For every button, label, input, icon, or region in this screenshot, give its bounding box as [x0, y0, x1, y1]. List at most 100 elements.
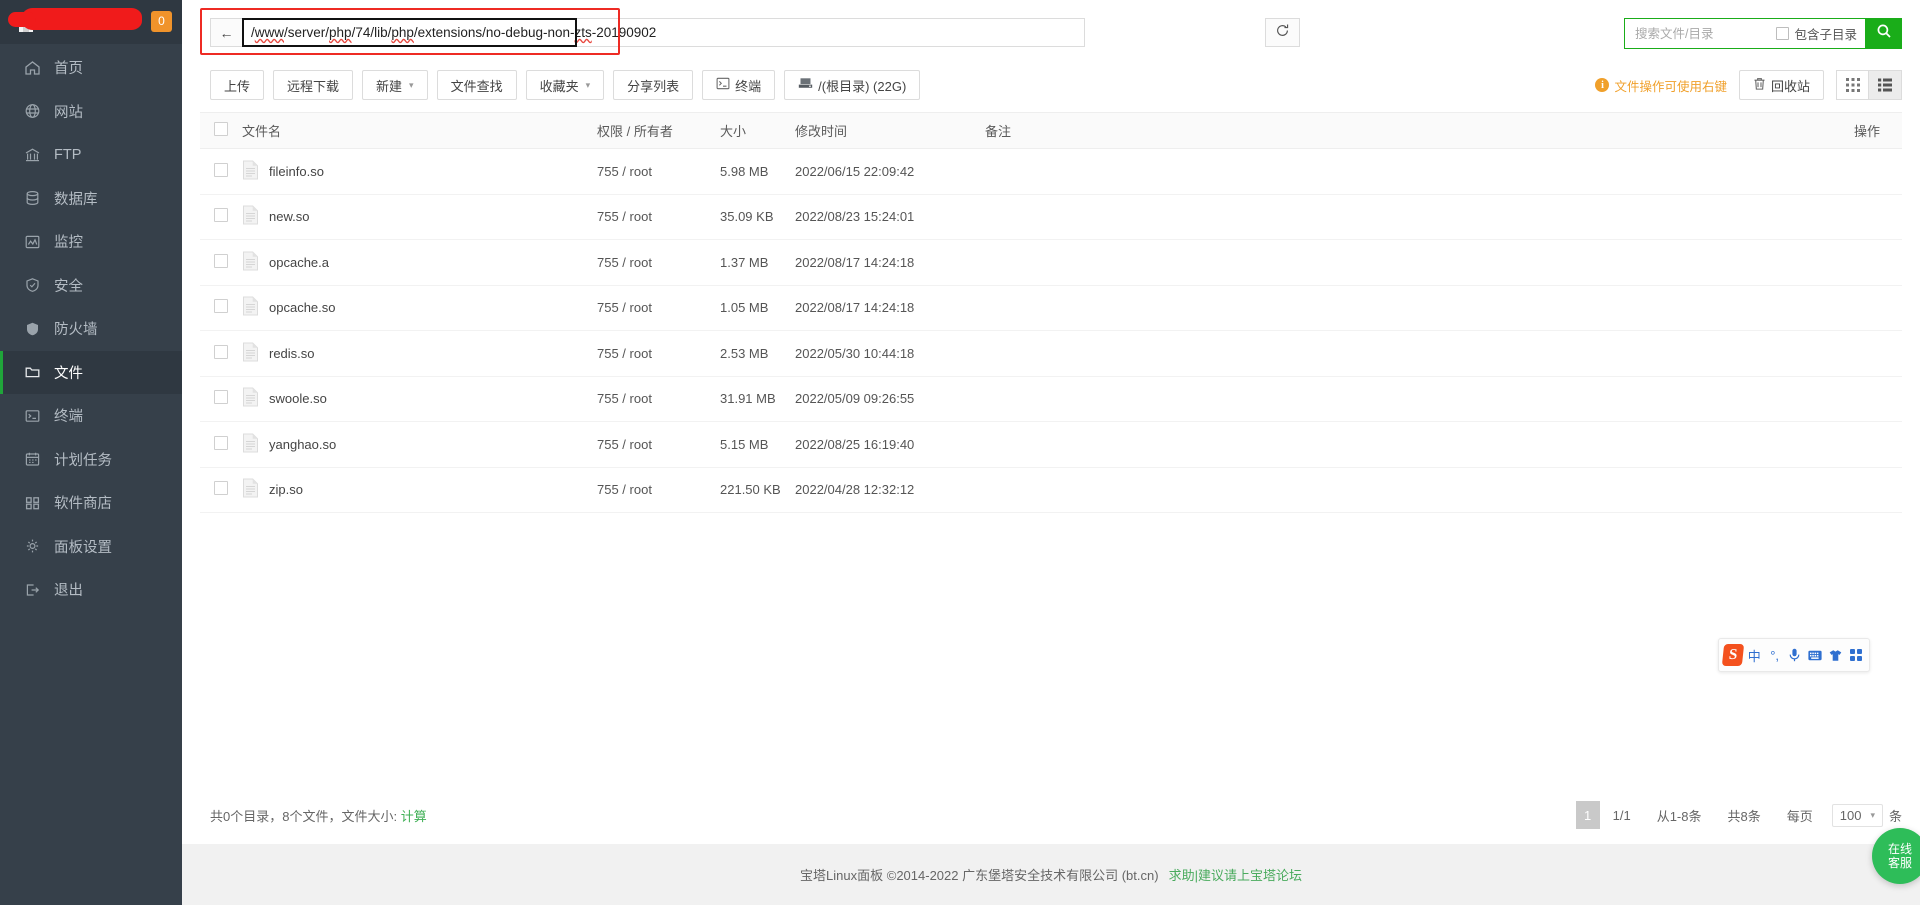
sidebar-item-security[interactable]: 安全 — [0, 264, 182, 308]
file-icon — [242, 433, 259, 456]
sidebar-item-settings[interactable]: 面板设置 — [0, 525, 182, 569]
row-select-cell[interactable] — [200, 435, 242, 453]
sogou-ime-bar[interactable]: S 中 °, — [1718, 638, 1870, 672]
filename-label[interactable]: opcache.a — [269, 255, 329, 270]
favorites-button[interactable]: 收藏夹 ▾ — [525, 70, 605, 100]
summary-text: 共0个目录，8个文件，文件大小: 计算 — [210, 806, 427, 825]
row-checkbox[interactable] — [214, 435, 228, 450]
column-permission[interactable]: 权限 / 所有者 — [597, 121, 720, 140]
row-checkbox[interactable] — [214, 208, 228, 223]
filename-label[interactable]: yanghao.so — [269, 437, 336, 452]
sidebar-item-firewall[interactable]: 防火墙 — [0, 307, 182, 351]
row-select-cell[interactable] — [200, 299, 242, 316]
cell-filename[interactable]: opcache.a — [242, 251, 597, 274]
search-input[interactable] — [1633, 19, 1771, 48]
calc-size-link[interactable]: 计算 — [401, 809, 427, 824]
sidebar-item-website[interactable]: 网站 — [0, 90, 182, 134]
column-size[interactable]: 大小 — [720, 121, 795, 140]
cell-filename[interactable]: opcache.so — [242, 296, 597, 319]
select-all-cell[interactable] — [200, 122, 242, 139]
include-subdir-toggle[interactable]: 包含子目录 — [1776, 24, 1857, 43]
filename-label[interactable]: swoole.so — [269, 391, 327, 406]
back-button[interactable]: ← — [210, 18, 242, 47]
cell-filename[interactable]: swoole.so — [242, 387, 597, 410]
filename-label[interactable]: opcache.so — [269, 300, 336, 315]
cell-filename[interactable]: redis.so — [242, 342, 597, 365]
column-filename[interactable]: 文件名 — [242, 121, 597, 140]
sidebar-item-appstore[interactable]: 软件商店 — [0, 481, 182, 525]
row-select-cell[interactable] — [200, 253, 242, 271]
filename-label[interactable]: zip.so — [269, 482, 303, 497]
sidebar-item-ftp[interactable]: FTP — [0, 133, 182, 177]
filename-label[interactable]: new.so — [269, 209, 309, 224]
forum-link[interactable]: 求助|建议请上宝塔论坛 — [1169, 865, 1302, 884]
sidebar-item-crontab[interactable]: 计划任务 — [0, 438, 182, 482]
row-select-cell[interactable] — [200, 208, 242, 225]
column-actions: 操作 — [1853, 124, 1880, 139]
table-row[interactable]: redis.so 755 / root 2.53 MB 2022/05/30 10:4… — [200, 331, 1902, 377]
table-row[interactable]: opcache.a 755 / root 1.37 MB 2022/08/17 14:… — [200, 240, 1902, 286]
skin-icon[interactable] — [1826, 644, 1844, 666]
sidebar-logo-bar[interactable]: 0 — [0, 0, 182, 44]
page-number-button[interactable]: 1 — [1575, 801, 1600, 829]
notification-badge[interactable]: 0 — [151, 11, 172, 32]
table-row[interactable]: swoole.so 755 / root 31.91 MB 2022/05/09 09… — [200, 377, 1902, 422]
cell-filename[interactable]: yanghao.so — [242, 433, 597, 456]
column-note[interactable]: 备注 — [985, 121, 1782, 140]
search-box[interactable]: 包含子目录 — [1624, 18, 1866, 49]
keyboard-icon[interactable] — [1806, 644, 1824, 666]
row-select-cell[interactable] — [200, 162, 242, 180]
filename-label[interactable]: redis.so — [269, 346, 315, 361]
disk-root-button[interactable]: /(根目录) (22G) — [784, 70, 921, 100]
right-click-tip: i 文件操作可使用右键 — [1595, 76, 1727, 95]
sidebar-item-monitor[interactable]: 监控 — [0, 220, 182, 264]
cell-filename[interactable]: fileinfo.so — [242, 160, 597, 183]
select-all-checkbox[interactable] — [214, 122, 228, 136]
row-select-cell[interactable] — [200, 481, 242, 498]
table-header: 文件名 权限 / 所有者 大小 修改时间 备注 操作 — [200, 112, 1902, 149]
sidebar-item-home[interactable]: 首页 — [0, 46, 182, 90]
row-checkbox[interactable] — [214, 253, 228, 268]
table-row[interactable]: fileinfo.so 755 / root 5.98 MB 2022/06/15 2… — [200, 149, 1902, 195]
sidebar-item-database[interactable]: 数据库 — [0, 177, 182, 221]
row-checkbox[interactable] — [214, 162, 228, 177]
page-of-label: 1/1 — [1612, 807, 1631, 823]
row-checkbox[interactable] — [214, 481, 228, 496]
filename-label[interactable]: fileinfo.so — [269, 164, 324, 179]
upload-button[interactable]: 上传 — [210, 70, 265, 100]
remote-download-button[interactable]: 远程下载 — [273, 70, 354, 100]
share-list-button[interactable]: 分享列表 — [613, 70, 694, 100]
mic-icon[interactable] — [1786, 644, 1804, 666]
cell-mtime: 2022/08/17 14:24:18 — [795, 300, 915, 316]
table-row[interactable]: opcache.so 755 / root 1.05 MB 2022/08/17 14… — [200, 286, 1902, 331]
row-checkbox[interactable] — [214, 344, 228, 359]
search-submit-button[interactable] — [1866, 18, 1902, 49]
cell-filename[interactable]: zip.so — [242, 478, 597, 501]
apps-icon[interactable] — [1847, 644, 1865, 666]
new-button[interactable]: 新建 ▾ — [362, 70, 428, 100]
column-mtime[interactable]: 修改时间 — [795, 121, 985, 140]
row-select-cell[interactable] — [200, 390, 242, 407]
ime-chinese-mode-icon[interactable]: 中 — [1745, 644, 1763, 666]
row-select-cell[interactable] — [200, 344, 242, 362]
row-checkbox[interactable] — [214, 299, 228, 314]
ime-punctuation-icon[interactable]: °, — [1765, 644, 1783, 666]
per-page-select[interactable]: 100 ▾ — [1831, 803, 1883, 827]
row-checkbox[interactable] — [214, 390, 228, 405]
grid-view-button[interactable] — [1836, 70, 1869, 100]
file-search-button[interactable]: 文件查找 — [436, 70, 517, 100]
table-row[interactable]: new.so 755 / root 35.09 KB 2022/08/23 15:24… — [200, 195, 1902, 240]
sidebar-item-files[interactable]: 文件 — [0, 350, 182, 394]
online-service-button[interactable]: 在线 客服 — [1872, 828, 1920, 884]
table-row[interactable]: yanghao.so 755 / root 5.15 MB 2022/08/25 16… — [200, 422, 1902, 468]
refresh-button[interactable] — [1265, 18, 1300, 47]
list-view-button[interactable] — [1869, 70, 1902, 100]
sidebar-item-logout[interactable]: 退出 — [0, 568, 182, 612]
terminal-button[interactable]: 终端 — [702, 70, 776, 100]
sidebar-item-terminal[interactable]: 终端 — [0, 394, 182, 438]
table-row[interactable]: zip.so 755 / root 221.50 KB 2022/04/28 12:3… — [200, 468, 1902, 513]
recycle-bin-button[interactable]: 回收站 — [1738, 70, 1824, 100]
include-subdir-checkbox[interactable] — [1776, 27, 1790, 40]
path-input[interactable]: /www/server/php/74/lib/php/extensions/no… — [242, 18, 1085, 47]
cell-filename[interactable]: new.so — [242, 205, 597, 228]
